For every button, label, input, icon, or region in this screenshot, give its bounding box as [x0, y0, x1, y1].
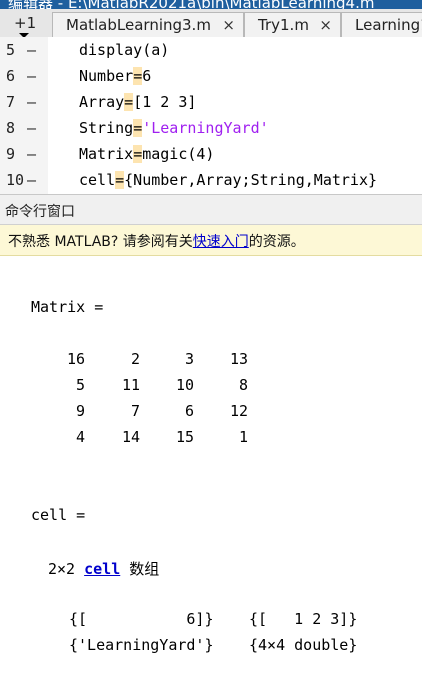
- code-value: {Number,Array;String,Matrix}: [124, 171, 378, 189]
- code-line[interactable]: 8 — String='LearningYard': [0, 115, 422, 141]
- matrix-cell: 15: [175, 428, 194, 446]
- breakpoint-marker[interactable]: —: [27, 115, 36, 141]
- line-number: 10: [6, 171, 25, 189]
- matrix-cell: 10: [175, 376, 194, 394]
- code-equals: =: [124, 93, 134, 111]
- tab-label: MatlabLearning3.m: [66, 16, 211, 34]
- code-value: [1 2 3]: [133, 93, 197, 111]
- editor-tab-bar: +1 MatlabLearning3.m × Try1.m × Learning…: [0, 9, 422, 38]
- code-equals: =: [115, 171, 125, 189]
- tab-matlablearning3[interactable]: MatlabLearning3.m ×: [52, 12, 244, 37]
- code-text: cell={Number,Array;String,Matrix}: [79, 167, 377, 193]
- matrix-cell: 14: [121, 428, 140, 446]
- matrix-cell: 2: [130, 350, 140, 368]
- matrix-cell: 5: [75, 376, 85, 394]
- cell-type: 数组: [129, 560, 160, 578]
- getting-started-banner: 不熟悉 MATLAB? 请参阅有关快速入门的资源。: [0, 225, 422, 256]
- code-var: String: [79, 119, 134, 137]
- code-line[interactable]: 6 — Number=6: [0, 63, 422, 89]
- code-line[interactable]: 10 — cell={Number,Array;String,Matrix}: [0, 167, 422, 193]
- window-title-bar: 编辑器 - E:\MatlabR2021a\bin\MatlabLearning…: [0, 0, 422, 9]
- tab-try1[interactable]: Try1.m ×: [244, 12, 341, 37]
- cell-entry: {[ 6]}: [69, 610, 214, 628]
- breakpoint-marker[interactable]: —: [27, 167, 36, 193]
- new-tab-label: +1: [14, 14, 37, 32]
- line-number: 9: [6, 145, 16, 163]
- line-number: 7: [6, 93, 16, 111]
- breakpoint-marker[interactable]: —: [27, 37, 36, 63]
- tab-label: Learning1: [355, 16, 422, 34]
- code-equals: =: [133, 145, 143, 163]
- cell-label: cell =: [31, 506, 86, 524]
- matrix-cell: 6: [184, 402, 194, 420]
- matrix-cell: 4: [75, 428, 85, 446]
- tab-label: Try1.m: [258, 16, 309, 34]
- code-text: Matrix=magic(4): [79, 141, 214, 167]
- code-equals: =: [133, 67, 143, 85]
- code-var: Matrix: [79, 145, 134, 163]
- cell-doc-link[interactable]: cell: [84, 560, 120, 578]
- matrix-cell: 8: [238, 376, 248, 394]
- quick-start-link[interactable]: 快速入门: [193, 234, 249, 250]
- command-window-header: 命令行窗口: [0, 195, 422, 225]
- matrix-cell: 12: [229, 402, 248, 420]
- tab-learning1[interactable]: Learning1: [341, 12, 422, 37]
- code-var: cell: [79, 171, 116, 189]
- code-equals: =: [133, 119, 143, 137]
- command-window-title: 命令行窗口: [5, 204, 75, 220]
- code-string: 'LearningYard': [142, 119, 269, 137]
- banner-prefix: 不熟悉 MATLAB? 请参阅有关: [8, 234, 193, 250]
- matrix-cell: 9: [75, 402, 85, 420]
- cell-entry: {4×4 double}: [249, 636, 358, 654]
- close-tab-icon[interactable]: ×: [319, 13, 332, 37]
- code-line[interactable]: 5 — display(a): [0, 37, 422, 63]
- code-editor[interactable]: 5 — display(a) 6 — Number=6 7 — Array=[1…: [0, 37, 422, 195]
- line-number: 6: [6, 67, 16, 85]
- banner-suffix: 的资源。: [248, 234, 305, 250]
- banner-text: 不熟悉 MATLAB? 请参阅有关快速入门的资源。: [8, 231, 305, 251]
- cell-size: 2×2: [48, 560, 76, 578]
- matrix-cell: 13: [229, 350, 248, 368]
- breakpoint-marker[interactable]: —: [27, 63, 36, 89]
- code-var: Array: [79, 93, 125, 111]
- matrix-cell: 3: [184, 350, 194, 368]
- code-text: Array=[1 2 3]: [79, 89, 196, 115]
- window-title: 编辑器 - E:\MatlabR2021a\bin\MatlabLearning…: [8, 0, 375, 9]
- code-line[interactable]: 7 — Array=[1 2 3]: [0, 89, 422, 115]
- matrix-label: Matrix =: [31, 298, 104, 316]
- code-value: 6: [142, 67, 152, 85]
- code-var: Number: [79, 67, 134, 85]
- matrix-cell: 7: [130, 402, 140, 420]
- code-line[interactable]: 9 — Matrix=magic(4): [0, 141, 422, 167]
- code-text: Number=6: [79, 63, 151, 89]
- matrix-cell: 11: [121, 376, 140, 394]
- matrix-cell: 16: [66, 350, 85, 368]
- breakpoint-marker[interactable]: —: [27, 89, 36, 115]
- cell-entry: {'LearningYard'}: [69, 636, 214, 654]
- code-text: display(a): [79, 41, 170, 59]
- line-number: 8: [6, 119, 16, 137]
- close-tab-icon[interactable]: ×: [222, 13, 235, 37]
- line-number: 5: [6, 41, 16, 59]
- breakpoint-marker[interactable]: —: [27, 141, 36, 167]
- code-value: magic(4): [142, 145, 215, 163]
- cell-description: 2×2 cell 数组: [48, 558, 159, 579]
- cell-entry: {[ 1 2 3]}: [249, 610, 358, 628]
- code-text: String='LearningYard': [79, 115, 269, 141]
- new-tab-button[interactable]: +1: [0, 9, 48, 38]
- matrix-cell: 1: [238, 428, 248, 446]
